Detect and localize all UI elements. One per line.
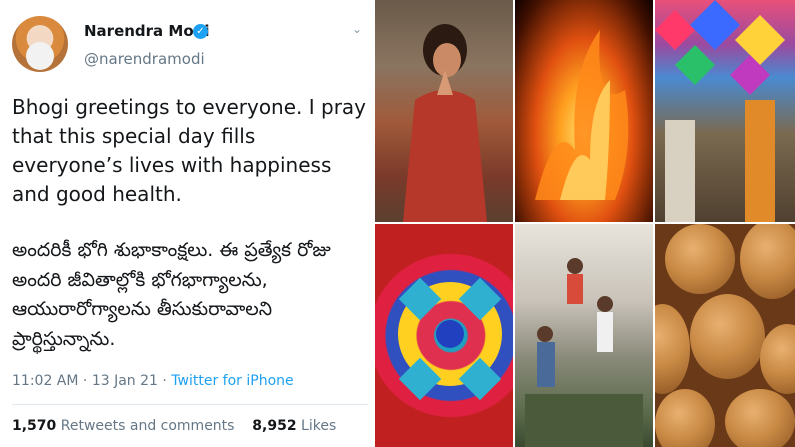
ladoo [690, 294, 765, 379]
pyramid-figures [525, 258, 643, 447]
photo-woman-praying [375, 0, 513, 222]
chevron-down-icon[interactable]: ⌄ [352, 22, 362, 36]
tweet-card: Narendra Modi ✓ @narendramodi ⌄ Bhogi gr… [0, 0, 375, 447]
photo-kite-stall [655, 0, 795, 222]
divider [12, 404, 368, 405]
tweet-source-link[interactable]: Twitter for iPhone [171, 373, 293, 389]
author-handle[interactable]: @narendramodi [84, 50, 205, 68]
author-name[interactable]: Narendra Modi [84, 22, 210, 40]
ladoo [760, 324, 795, 394]
tweet-time[interactable]: 11:02 AM [12, 373, 78, 389]
ladoo [665, 224, 735, 294]
ladoo [725, 389, 795, 447]
likes-count: 8,952 [252, 418, 297, 434]
photo-collage [375, 0, 795, 447]
ladoo [740, 224, 795, 299]
meta-separator: · [162, 373, 167, 389]
photo-bonfire [515, 0, 653, 222]
retweets-label: Retweets and comments [60, 418, 235, 434]
ladoo [655, 389, 715, 447]
kites [655, 0, 785, 222]
ladoo [655, 304, 690, 394]
photo-human-pyramid [515, 224, 653, 447]
tweet-text-english: Bhogi greetings to everyone. I pray that… [12, 95, 367, 206]
tweet-date[interactable]: 13 Jan 21 [92, 373, 158, 389]
retweets-stat[interactable]: 1,570 Retweets and comments [12, 418, 234, 434]
tweet-meta: 11:02 AM · 13 Jan 21 · Twitter for iPhon… [12, 373, 294, 389]
rangoli-pattern [398, 277, 502, 401]
verified-badge-icon: ✓ [193, 24, 208, 39]
likes-label: Likes [301, 418, 337, 434]
likes-stat[interactable]: 8,952 Likes [252, 418, 336, 434]
tweet-stats: 1,570 Retweets and comments 8,952 Likes [12, 418, 336, 434]
meta-separator: · [82, 373, 88, 389]
flames [535, 30, 629, 200]
tweet-text-telugu: అందరికీ భోగి శుభాకాంక్షలు. ఈ ప్రత్యేక రో… [12, 239, 331, 350]
woman-figure [403, 24, 487, 222]
retweets-count: 1,570 [12, 418, 57, 434]
photo-sesame-ladoos [655, 224, 795, 447]
photo-rangoli [375, 224, 513, 447]
avatar[interactable] [12, 16, 68, 72]
